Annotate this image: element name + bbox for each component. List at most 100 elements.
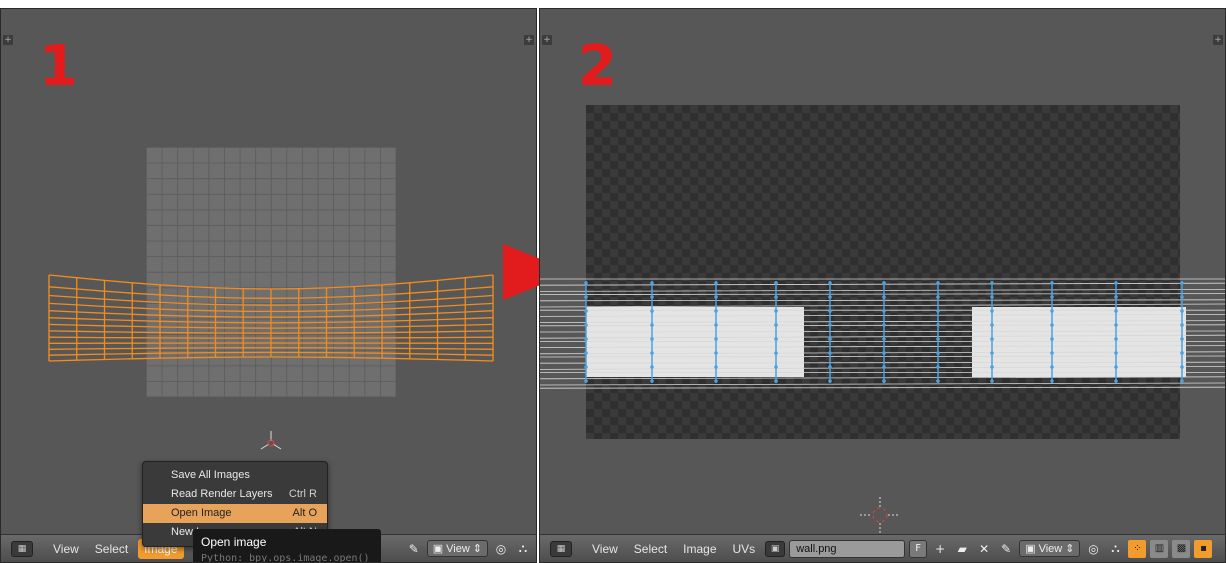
uv-edge (540, 382, 1225, 386)
uv-vertex (1180, 337, 1184, 341)
uv-vertex (584, 281, 588, 285)
uv-vertex (936, 281, 940, 285)
editor-type-icon[interactable]: ▦ (550, 540, 572, 557)
edge-mode-icon[interactable]: ▥ (1150, 539, 1169, 558)
uv-vertex (828, 295, 832, 299)
uv-vertex (774, 323, 778, 327)
island-mode-icon[interactable]: ▪ (1194, 539, 1213, 558)
uv-vertex (990, 323, 994, 327)
uv-edge (540, 376, 1225, 380)
uv-vertex (936, 379, 940, 383)
uv-vertex (936, 309, 940, 313)
uv-vertex (714, 379, 718, 383)
uv-vertex (774, 281, 778, 285)
menu-view[interactable]: View (586, 539, 624, 559)
uv-mesh-on-image[interactable] (540, 9, 1226, 549)
uv-vertex (1114, 323, 1118, 327)
uv-vertex (650, 365, 654, 369)
uv-vertex (1114, 351, 1118, 355)
view-dropdown[interactable]: ▣ View ⇕ (1019, 540, 1081, 557)
uv-vertex (882, 379, 886, 383)
uv-vertex (1114, 379, 1118, 383)
uv-edge (540, 293, 1225, 296)
uv-vertex (584, 309, 588, 313)
uv-vertex (1114, 281, 1118, 285)
uv-vertex (1114, 295, 1118, 299)
uv-vertex (650, 379, 654, 383)
uv-edge (540, 299, 1225, 302)
uv-vertex (1050, 323, 1054, 327)
menu-select[interactable]: Select (628, 539, 673, 559)
menu-view[interactable]: View (47, 539, 85, 559)
uv-vertex (990, 379, 994, 383)
plus-icon[interactable]: + (931, 540, 949, 558)
uv-vertex (936, 337, 940, 341)
uv-vertex (1114, 309, 1118, 313)
uv-editor-left[interactable]: + + 1 ▦ View Select Image ✎ ▣ View ⇕ ◎ ⛬… (0, 8, 537, 563)
uv-edge (48, 356, 494, 362)
tooltip: Open image Python: bpy.ops.image.open() (193, 529, 381, 563)
2d-cursor-icon[interactable] (860, 495, 900, 535)
close-icon[interactable]: ✕ (975, 540, 993, 558)
tooltip-python: Python: bpy.ops.image.open() (201, 553, 370, 563)
uv-vertex (714, 337, 718, 341)
uv-vertex (990, 309, 994, 313)
uv-edge (540, 386, 1225, 389)
uv-vertex (882, 295, 886, 299)
folder-icon[interactable]: ▰ (953, 540, 971, 558)
menu-item-open-image[interactable]: Open Image Alt O (143, 504, 327, 523)
uv-vertex (882, 351, 886, 355)
uv-vertex (936, 295, 940, 299)
uv-vertex (1180, 379, 1184, 383)
pin-icon[interactable]: ✎ (997, 540, 1015, 558)
uv-vertex (774, 379, 778, 383)
uv-vertex (828, 323, 832, 327)
uv-sync-icon[interactable]: ⛬ (1106, 540, 1124, 558)
uv-vertex (828, 365, 832, 369)
uv-vertex (936, 351, 940, 355)
menu-item-save-all-images[interactable]: Save All Images (143, 466, 327, 485)
view-dropdown[interactable]: ▣ View ⇕ (426, 540, 488, 557)
image-browse-icon[interactable]: ▣ (765, 540, 786, 557)
uv-vertex (650, 295, 654, 299)
uv-vertex (584, 365, 588, 369)
pin-icon[interactable]: ✎ (405, 540, 423, 558)
uv-vertex (828, 351, 832, 355)
editor-type-icon[interactable]: ▦ (11, 540, 33, 557)
menu-select[interactable]: Select (89, 539, 134, 559)
menu-uvs[interactable]: UVs (727, 539, 762, 559)
uv-vertex (828, 337, 832, 341)
uv-vertex (936, 365, 940, 369)
menu-image[interactable]: Image (677, 539, 722, 559)
uv-sync-icon[interactable]: ⛬ (514, 540, 532, 558)
uv-editor-right[interactable]: + + 2 ▦ View Select Image UVs ▣ wall.png… (539, 8, 1226, 563)
menu-item-read-render-layers[interactable]: Read Render Layers Ctrl R (143, 485, 327, 504)
uv-vertex (990, 351, 994, 355)
uv-vertex (828, 309, 832, 313)
uv-vertex (714, 295, 718, 299)
2d-cursor-icon[interactable] (259, 431, 283, 455)
uv-vertex (828, 379, 832, 383)
uv-vertex (1050, 365, 1054, 369)
uv-vertex (774, 337, 778, 341)
image-icon: ▣ (1025, 543, 1036, 555)
uv-vertex (1050, 309, 1054, 313)
uv-edge (48, 274, 494, 290)
uv-vertex (1050, 295, 1054, 299)
pivot-icon[interactable]: ◎ (1084, 540, 1102, 558)
face-mode-icon[interactable]: ▩ (1172, 539, 1191, 558)
uv-edge (540, 289, 1225, 292)
uv-vertex (1180, 323, 1184, 327)
vertex-mode-icon[interactable]: ⁘ (1128, 539, 1147, 558)
uv-vertex (1114, 337, 1118, 341)
uv-vertex (584, 351, 588, 355)
uv-vertex (714, 351, 718, 355)
image-name-field[interactable]: wall.png (789, 539, 906, 558)
uv-vertex (714, 365, 718, 369)
uv-vertex (990, 281, 994, 285)
fake-user-button[interactable]: F (909, 539, 928, 558)
uv-vertex (650, 337, 654, 341)
uv-vertex (774, 309, 778, 313)
pivot-icon[interactable]: ◎ (492, 540, 510, 558)
uv-edge (540, 303, 1225, 308)
